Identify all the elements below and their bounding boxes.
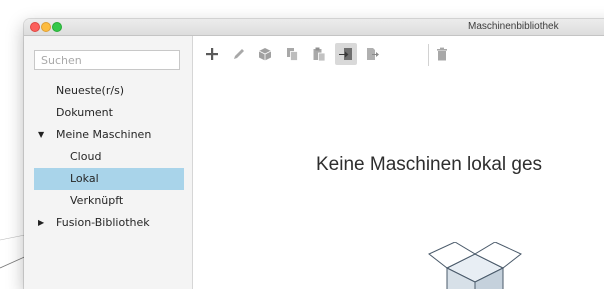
toolbar-separator <box>428 44 429 66</box>
search-input[interactable] <box>34 50 180 70</box>
edit-machine-button[interactable] <box>230 45 248 63</box>
export-icon <box>367 48 379 60</box>
sidebar-item-label: Meine Maschinen <box>56 128 152 141</box>
export-button[interactable] <box>363 45 381 63</box>
close-window-button[interactable] <box>30 22 40 32</box>
minimize-window-button[interactable] <box>41 22 51 32</box>
machine-library-window: Maschinenbibliothek Neueste(r/s) Dokumen… <box>24 19 604 289</box>
sidebar-item-label: Dokument <box>56 106 113 119</box>
expanded-triangle-icon[interactable]: ▼ <box>38 124 44 146</box>
copy-button[interactable] <box>283 45 301 63</box>
zoom-window-button[interactable] <box>52 22 62 32</box>
sidebar-item-recent[interactable]: Neueste(r/s) <box>34 80 184 102</box>
import-button[interactable] <box>335 43 357 65</box>
window-title: Maschinenbibliothek <box>468 21 559 32</box>
collapsed-triangle-icon[interactable]: ▶ <box>38 212 44 234</box>
sidebar-item-label: Cloud <box>70 150 102 163</box>
sidebar-item-cloud[interactable]: Cloud <box>34 146 184 168</box>
paste-button[interactable] <box>310 45 328 63</box>
plus-icon <box>206 48 218 60</box>
sidebar-item-label: Verknüpft <box>70 194 124 207</box>
machine-view-button[interactable] <box>256 45 274 63</box>
import-icon <box>339 48 352 60</box>
pencil-icon <box>234 49 244 59</box>
sidebar-item-linked[interactable]: Verknüpft <box>34 190 184 212</box>
sidebar-item-label: Fusion-Bibliothek <box>56 216 150 229</box>
paste-icon <box>313 47 326 62</box>
sidebar-item-local[interactable]: Lokal <box>34 168 184 190</box>
sidebar-item-fusion-library[interactable]: ▶ Fusion-Bibliothek <box>34 212 184 234</box>
sidebar-item-my-machines[interactable]: ▼ Meine Maschinen <box>34 124 184 146</box>
main-panel: Keine Maschinen lokal ges <box>193 36 604 289</box>
copy-icon <box>287 48 298 61</box>
empty-state-message: Keine Maschinen lokal ges <box>316 154 543 175</box>
title-bar: Maschinenbibliothek <box>24 19 604 36</box>
sidebar-item-document[interactable]: Dokument <box>34 102 184 124</box>
sidebar-item-label: Neueste(r/s) <box>56 84 125 97</box>
trash-icon <box>437 47 447 61</box>
add-machine-button[interactable] <box>203 45 221 63</box>
delete-button[interactable] <box>433 45 451 63</box>
open-box-icon <box>428 242 522 289</box>
sidebar-item-label: Lokal <box>70 172 99 185</box>
toolbar <box>193 36 604 72</box>
sidebar: Neueste(r/s) Dokument ▼ Meine Maschinen … <box>24 36 193 289</box>
cube-icon <box>258 48 272 61</box>
